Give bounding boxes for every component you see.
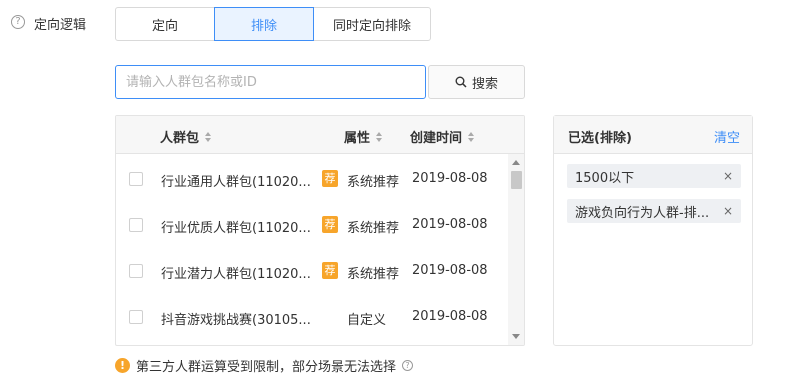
row-checkbox[interactable] [129, 172, 143, 186]
recommended-badge: 荐 [322, 170, 338, 187]
audience-table: 人群包 属性 创建时间 行业通用人群包(11020... 荐 系统推荐 2019… [115, 115, 525, 346]
column-attribute: 属性 [344, 127, 383, 146]
audience-created-date: 2019-08-08 [412, 263, 488, 278]
help-icon[interactable]: ? [402, 360, 414, 371]
table-header: 人群包 属性 创建时间 [116, 116, 524, 154]
logic-option-target[interactable]: 定向 [115, 7, 215, 41]
audience-name: 行业通用人群包(11020... [161, 175, 311, 190]
column-attribute-label: 属性 [344, 131, 371, 146]
audience-created-date: 2019-08-08 [412, 171, 488, 186]
search-button-label: 搜索 [471, 76, 498, 92]
scroll-up-arrow-icon[interactable] [512, 160, 520, 165]
selected-chip-label: 游戏负向行为人群-排... [575, 205, 710, 221]
column-audience[interactable]: 人群包 [160, 127, 212, 146]
remove-icon[interactable]: × [723, 169, 733, 183]
row-checkbox[interactable] [129, 264, 143, 278]
audience-created-date: 2019-08-08 [412, 217, 488, 232]
recommended-badge: 荐 [322, 216, 338, 233]
clear-button[interactable]: 清空 [714, 127, 740, 146]
row-checkbox[interactable] [129, 218, 143, 232]
column-created-time-label: 创建时间 [410, 131, 463, 146]
selected-chip-label: 1500以下 [575, 170, 635, 186]
search-icon [455, 76, 467, 88]
audience-name: 抖音游戏挑战赛(30105... [161, 313, 311, 328]
sort-icon[interactable] [205, 131, 212, 142]
help-icon[interactable]: ? [11, 15, 25, 29]
table-scrollbar[interactable] [508, 154, 524, 345]
audience-search-input[interactable] [115, 65, 426, 99]
selected-panel-header: 已选(排除) 清空 [554, 116, 752, 154]
selected-chip: 游戏负向行为人群-排... × [567, 199, 741, 223]
logic-option-target-and-exclude[interactable]: 同时定向排除 [313, 7, 431, 41]
targeting-logic-label: 定向逻辑 [34, 18, 87, 33]
scrollbar-thumb[interactable] [511, 171, 522, 189]
audience-name: 行业优质人群包(11020... [161, 221, 311, 236]
logic-option-exclude[interactable]: 排除 [214, 7, 314, 41]
table-row[interactable]: 抖音游戏挑战赛(30105... 自定义 2019-08-08 [116, 296, 508, 342]
audience-attribute: 系统推荐 [347, 267, 400, 282]
table-row[interactable]: 行业通用人群包(11020... 荐 系统推荐 2019-08-08 [116, 158, 508, 204]
column-audience-label: 人群包 [160, 131, 200, 146]
audience-attribute: 自定义 [347, 313, 387, 328]
audience-attribute: 系统推荐 [347, 221, 400, 236]
targeting-logic-segmented-control: 定向 排除 同时定向排除 [115, 7, 431, 41]
selected-panel: 已选(排除) 清空 1500以下 × 游戏负向行为人群-排... × [553, 115, 753, 346]
audience-name: 行业潜力人群包(11020... [161, 267, 311, 282]
remove-icon[interactable]: × [723, 204, 733, 218]
scroll-down-arrow-icon[interactable] [512, 334, 520, 339]
restriction-notice: ! 第三方人群运算受到限制，部分场景无法选择 ? [115, 356, 414, 375]
restriction-notice-text: 第三方人群运算受到限制，部分场景无法选择 [136, 360, 397, 375]
column-created-time: 创建时间 [410, 127, 475, 146]
row-checkbox[interactable] [129, 310, 143, 324]
warning-icon: ! [115, 358, 130, 373]
selected-chip: 1500以下 × [567, 164, 741, 188]
table-row[interactable]: 行业潜力人群包(11020... 荐 系统推荐 2019-08-08 [116, 250, 508, 296]
audience-attribute: 系统推荐 [347, 175, 400, 190]
table-row[interactable]: 行业优质人群包(11020... 荐 系统推荐 2019-08-08 [116, 204, 508, 250]
search-button[interactable]: 搜索 [428, 65, 525, 99]
sort-icon[interactable] [468, 131, 475, 142]
audience-created-date: 2019-08-08 [412, 309, 488, 324]
recommended-badge: 荐 [322, 262, 338, 279]
selected-panel-title: 已选(排除) [568, 131, 632, 146]
sort-icon[interactable] [376, 131, 383, 142]
